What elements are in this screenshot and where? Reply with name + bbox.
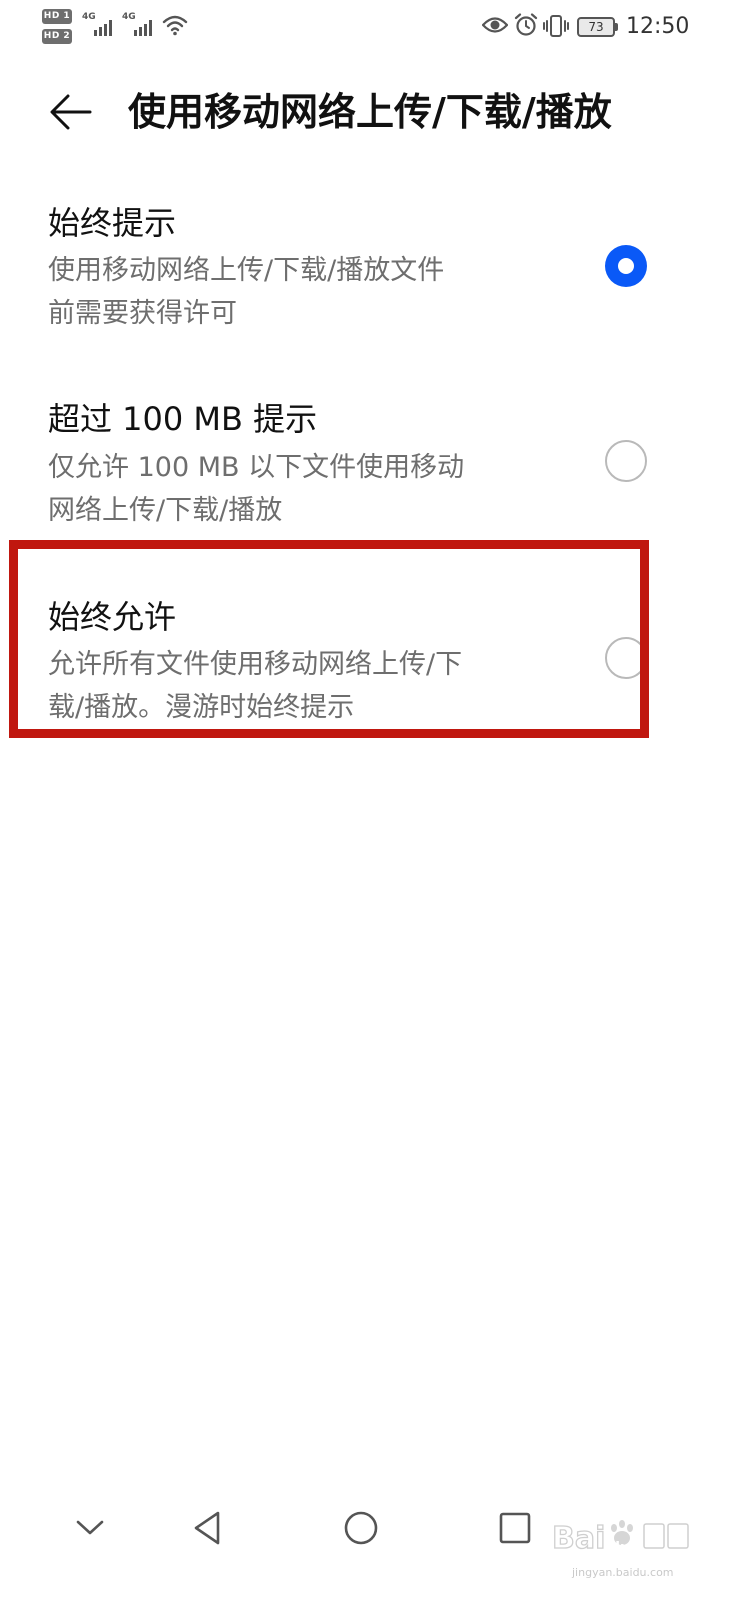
option-description: 仅允许 100 MB 以下文件使用移动 网络上传/下载/播放 xyxy=(48,452,465,526)
alarm-icon xyxy=(514,13,538,36)
watermark-url: jingyan.baidu.com xyxy=(572,1566,674,1579)
back-button[interactable] xyxy=(44,88,100,136)
eye-comfort-icon xyxy=(482,17,508,33)
battery-indicator: 73 xyxy=(577,17,615,37)
sim2-hd-badge: HD 2 xyxy=(42,29,72,44)
chevron-down-icon xyxy=(76,1520,104,1535)
page-title: 使用移动网络上传/下载/播放 xyxy=(128,90,612,134)
option-always-ask[interactable]: 始终提示 使用移动网络上传/下载/播放文件 前需要获得许可 xyxy=(0,195,738,345)
radio-button-unchecked[interactable] xyxy=(605,637,647,679)
vibrate-icon xyxy=(543,15,569,37)
sim-badges: HD 1 HD 2 xyxy=(42,9,74,49)
svg-text:du: du xyxy=(610,1540,630,1556)
nav-hide-button[interactable] xyxy=(62,1496,118,1560)
option-title: 始终提示 xyxy=(48,204,177,242)
option-description: 使用移动网络上传/下载/播放文件 前需要获得许可 xyxy=(48,255,445,329)
sim1-hd-badge: HD 1 xyxy=(42,9,72,24)
baidu-logo-icon: Bai du xyxy=(552,1520,689,1557)
signal-bars-icon xyxy=(94,20,112,36)
radio-button-checked[interactable] xyxy=(605,245,647,287)
triangle-back-icon xyxy=(194,1511,220,1545)
sim1-signal: 4G xyxy=(82,12,118,38)
square-recent-icon xyxy=(499,1512,531,1544)
option-title: 始终允许 xyxy=(48,598,177,636)
status-time: 12:50 xyxy=(626,14,690,39)
signal-bars-icon xyxy=(134,20,152,36)
circle-home-icon xyxy=(344,1511,378,1545)
svg-text:Bai: Bai xyxy=(552,1521,605,1556)
option-always-allow[interactable]: 始终允许 允许所有文件使用移动网络上传/下 载/播放。漫游时始终提示 xyxy=(0,587,738,727)
wifi-icon xyxy=(162,15,188,36)
option-title: 超过 100 MB 提示 xyxy=(48,400,318,438)
baidu-jingyan-watermark: Bai du xyxy=(552,1508,692,1564)
battery-tip xyxy=(615,23,618,31)
nav-recent-button[interactable] xyxy=(487,1496,543,1560)
nav-back-button[interactable] xyxy=(180,1496,236,1560)
nav-home-button[interactable] xyxy=(333,1496,389,1560)
option-description: 允许所有文件使用移动网络上传/下 载/播放。漫游时始终提示 xyxy=(48,649,463,723)
option-ask-over-100mb[interactable]: 超过 100 MB 提示 仅允许 100 MB 以下文件使用移动 网络上传/下载… xyxy=(0,390,738,540)
arrow-left-icon xyxy=(50,94,92,130)
status-bar: HD 1 HD 2 4G 4G 73 12:50 xyxy=(0,0,738,56)
radio-button-unchecked[interactable] xyxy=(605,440,647,482)
sim2-signal: 4G xyxy=(122,12,158,38)
